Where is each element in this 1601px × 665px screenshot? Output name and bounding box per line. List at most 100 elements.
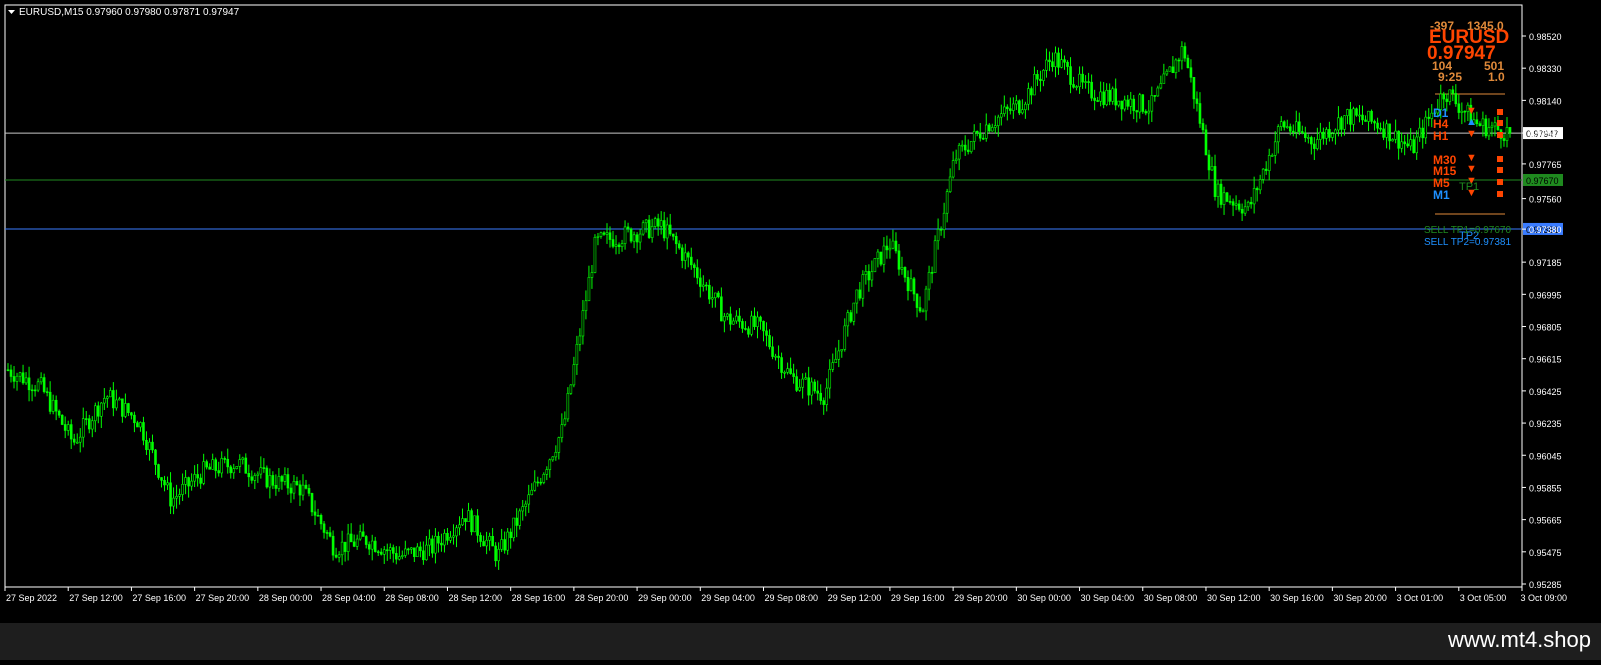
candle-body	[659, 220, 663, 227]
candle-body	[340, 541, 344, 556]
candle-body	[187, 477, 190, 487]
candle-body	[1328, 129, 1331, 138]
candle-body	[112, 390, 115, 409]
candle-body	[921, 310, 925, 313]
candle-body	[78, 436, 82, 443]
time-tick-label: 27 Sep 12:00	[69, 593, 123, 603]
collapse-triangle-icon[interactable]	[8, 10, 15, 14]
candle-body	[554, 452, 558, 458]
symbol-header: EURUSD,M15 0.97960 0.97980 0.97871 0.979…	[19, 7, 240, 18]
candle-body	[358, 531, 362, 540]
candle-body	[560, 424, 564, 438]
candle-body	[506, 531, 509, 551]
candle-body	[945, 191, 949, 214]
candle-body	[1346, 109, 1349, 116]
candle-body	[1114, 88, 1117, 106]
indicator-time-right: 1.0	[1488, 70, 1505, 84]
candle-body	[867, 271, 871, 281]
candle-body	[888, 247, 892, 251]
candle-body	[1394, 130, 1397, 140]
candle-body	[996, 116, 1000, 126]
candle-body	[69, 424, 73, 440]
candle-body	[1421, 127, 1425, 139]
candle-body	[948, 176, 952, 192]
candle-body	[882, 245, 886, 265]
candle-body	[33, 389, 37, 392]
candle-body	[1418, 127, 1421, 138]
time-tick-label: 28 Sep 08:00	[385, 593, 439, 603]
candle-body	[813, 381, 816, 392]
candle-body	[692, 264, 696, 268]
time-tick-label: 3 Oct 05:00	[1460, 593, 1507, 603]
price-tick-label: 0.97185	[1529, 258, 1562, 268]
candle-body	[292, 480, 296, 494]
price-tick-label: 0.95855	[1529, 483, 1562, 493]
candle-body	[60, 414, 64, 425]
candle-body	[416, 546, 419, 557]
candle-body	[720, 296, 723, 322]
candle-body	[262, 467, 266, 469]
candle-body	[840, 349, 844, 352]
candle-body	[497, 548, 500, 562]
price-tick-label: 0.96235	[1529, 419, 1562, 429]
candle-body	[461, 518, 464, 526]
candle-body	[879, 251, 883, 265]
candle-body	[1291, 130, 1295, 133]
chart-area[interactable]: 0.97947 0.97670 0.97381 0.98520 0.98330 0.98…	[0, 0, 1601, 660]
candle-body	[241, 457, 245, 460]
candle-body	[352, 541, 356, 547]
candle-body	[27, 377, 31, 391]
candle-body	[63, 424, 67, 431]
candle-body	[458, 524, 461, 529]
candle-body	[1117, 100, 1120, 106]
candle-body	[1051, 61, 1054, 68]
candle-body	[250, 476, 254, 481]
candle-body	[1487, 127, 1491, 137]
time-axis: 27 Sep 2022 27 Sep 12:00 27 Sep 16:00 27 Se…	[4, 587, 1567, 603]
candle-body	[780, 357, 783, 373]
candle-body	[1294, 121, 1298, 133]
candle-body	[900, 267, 904, 270]
candle-body	[118, 398, 121, 401]
candle-body	[891, 240, 895, 249]
candle-body	[1216, 183, 1220, 197]
candle-body	[223, 458, 227, 460]
candle-body	[629, 228, 633, 242]
candle-body	[1093, 97, 1096, 101]
candle-body	[849, 312, 853, 322]
candle-body	[861, 274, 865, 299]
candle-body	[379, 551, 383, 555]
candle-body	[1252, 188, 1256, 205]
candle-body	[361, 531, 365, 537]
candle-body	[1322, 131, 1325, 139]
candle-body	[238, 459, 242, 467]
candle-body	[1493, 122, 1497, 127]
candle-body	[404, 548, 407, 556]
candle-body	[1054, 52, 1057, 68]
candle-body	[822, 400, 826, 405]
candle-body	[322, 523, 326, 533]
candle-body	[193, 474, 196, 482]
candle-body	[557, 437, 561, 453]
candle-body	[1036, 74, 1039, 80]
candle-body	[1195, 98, 1199, 104]
candle-body	[154, 449, 157, 465]
candle-body	[343, 541, 347, 552]
candle-body	[106, 396, 109, 399]
candle-body	[1003, 106, 1006, 115]
time-tick-label: 27 Sep 20:00	[196, 593, 250, 603]
candle-body	[127, 403, 130, 414]
candle-body	[843, 325, 847, 350]
time-tick-label: 29 Sep 16:00	[891, 593, 945, 603]
candle-body	[376, 551, 380, 553]
candle-body	[1063, 59, 1066, 63]
time-tick-label: 30 Sep 20:00	[1333, 593, 1387, 603]
candle-body	[1231, 201, 1235, 206]
candle-body	[1481, 118, 1485, 126]
candle-body	[103, 398, 106, 404]
candle-body	[349, 533, 353, 543]
price-chart[interactable]: 0.979470.976700.97381 0.985200.983300.98…	[0, 0, 1601, 660]
candle-body	[277, 476, 281, 489]
candle-body	[1288, 126, 1292, 132]
candle-body	[1310, 137, 1313, 145]
